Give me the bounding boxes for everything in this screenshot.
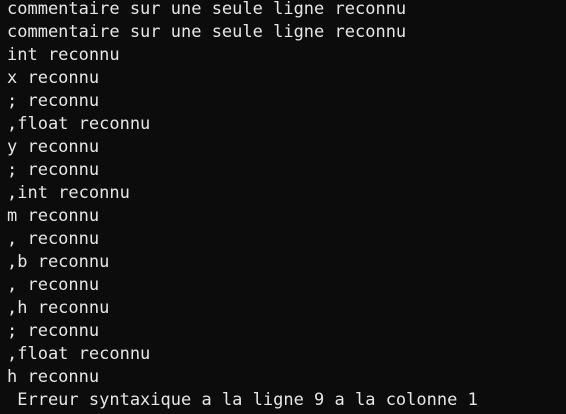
terminal-line: ,float reconnu bbox=[7, 114, 151, 134]
terminal-line: ; reconnu bbox=[7, 91, 100, 111]
terminal-line: , reconnu bbox=[7, 229, 100, 249]
terminal-line: ,b reconnu bbox=[7, 252, 110, 272]
terminal-line: ; reconnu bbox=[7, 160, 100, 180]
terminal-line: int reconnu bbox=[7, 45, 120, 65]
terminal-line: ,h reconnu bbox=[7, 298, 110, 318]
terminal-line: ,int reconnu bbox=[7, 183, 130, 203]
terminal-line: ,float reconnu bbox=[7, 344, 151, 364]
terminal-output[interactable]: commentaire sur une seule ligne reconnu … bbox=[0, 0, 566, 412]
terminal-line: m reconnu bbox=[7, 206, 100, 226]
terminal-line: h reconnu bbox=[7, 367, 100, 387]
terminal-line: commentaire sur une seule ligne reconnu bbox=[7, 22, 407, 42]
error-message-line: Erreur syntaxique a la ligne 9 a la colo… bbox=[7, 390, 478, 410]
terminal-line: y reconnu bbox=[7, 137, 100, 157]
terminal-line: , reconnu bbox=[7, 275, 100, 295]
terminal-line: commentaire sur une seule ligne reconnu bbox=[7, 0, 407, 19]
terminal-line: x reconnu bbox=[7, 68, 100, 88]
terminal-line: ; reconnu bbox=[7, 321, 100, 341]
